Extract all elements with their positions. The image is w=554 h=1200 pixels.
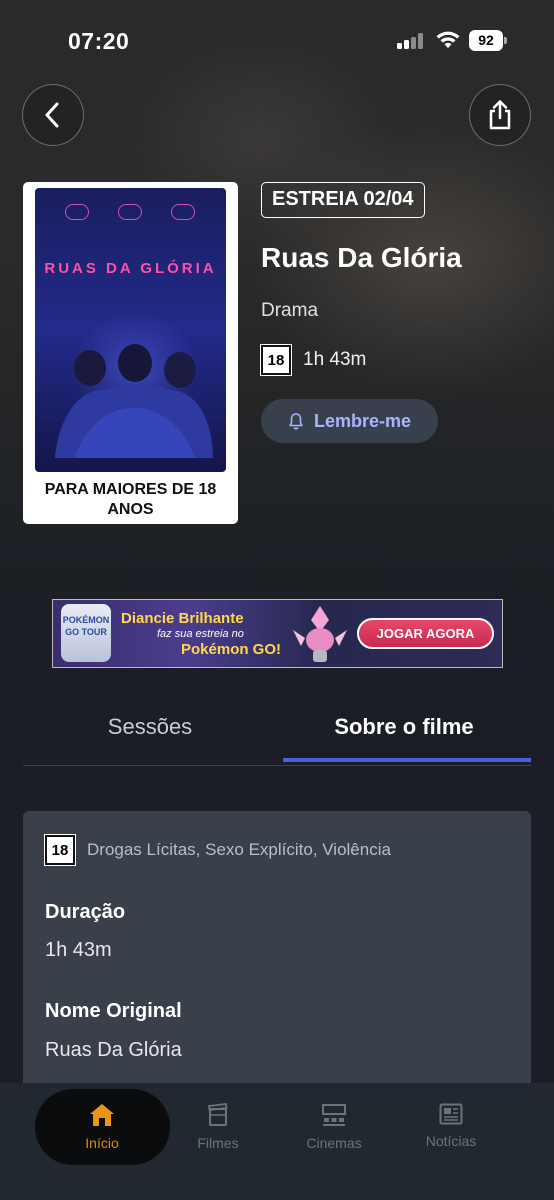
nav-home-label: Início [85, 1135, 119, 1151]
movie-duration: 1h 43m [303, 349, 367, 370]
age-notice: PARA MAIORES DE 18 ANOS [44, 481, 217, 518]
nav-films[interactable]: Filmes [163, 1103, 273, 1151]
battery-level: 92 [469, 30, 503, 51]
nav-news-label: Notícias [425, 1133, 477, 1149]
ad-brand: Pokémon GO! [181, 641, 282, 658]
tab-bar: Sessões Sobre o filme [23, 700, 531, 766]
remind-me-label: Lembre-me [313, 410, 412, 431]
tab-about-movie[interactable]: Sobre o filme [277, 714, 531, 740]
nav-home[interactable]: Início [47, 1103, 157, 1151]
signal-icon [397, 33, 425, 49]
cinema-icon [322, 1104, 346, 1126]
original-name-label: Nome Original [45, 1000, 182, 1022]
ad-title: Diancie Brilhante [121, 610, 244, 627]
movie-genre: Drama [261, 300, 319, 321]
content-warnings: Drogas Lícitas, Sexo Explícito, Violênci… [87, 840, 391, 859]
nav-cinemas-label: Cinemas [306, 1135, 362, 1151]
share-button[interactable] [469, 84, 531, 146]
chevron-left-icon [45, 102, 59, 128]
details-card: 18 Drogas Lícitas, Sexo Explícito, Violê… [23, 811, 531, 1111]
nav-news[interactable]: Notícias [396, 1103, 506, 1149]
original-name-value: Ruas Da Glória [45, 1039, 182, 1061]
remind-me-button[interactable]: Lembre-me [261, 399, 438, 443]
nav-cinemas[interactable]: Cinemas [279, 1103, 389, 1151]
movie-title: Ruas Da Glória [261, 242, 462, 273]
age-rating-badge: 18 [44, 834, 76, 866]
ad-subtitle: faz sua estreia no [157, 628, 244, 640]
nav-films-label: Filmes [197, 1135, 239, 1151]
news-icon [439, 1103, 463, 1125]
share-icon [489, 100, 511, 130]
duration-value: 1h 43m [45, 939, 112, 961]
poster-title: RUAS DA GLÓRIA [44, 260, 217, 277]
bottom-nav: Início Filmes Cinemas Notícias [0, 1083, 554, 1200]
laurel-icons [65, 204, 195, 222]
age-rating-badge: 18 [260, 344, 292, 376]
film-icon [207, 1103, 228, 1126]
wifi-icon [436, 31, 460, 48]
rating-row: 18 1h 43m [260, 344, 367, 376]
ad-banner[interactable]: POKÉMON GO TOUR Diancie Brilhante faz su… [52, 599, 503, 668]
premiere-badge: ESTREIA 02/04 [261, 182, 425, 218]
active-tab-indicator [283, 758, 531, 762]
home-icon [90, 1104, 114, 1126]
tab-sessions[interactable]: Sessões [23, 714, 277, 740]
movie-poster: RUAS DA GLÓRIA [35, 188, 226, 472]
content-warning-row: 18 Drogas Lícitas, Sexo Explícito, Violê… [44, 834, 391, 866]
bell-icon [289, 413, 303, 430]
duration-label: Duração [45, 901, 126, 923]
pokemon-go-logo: POKÉMON GO TOUR [61, 604, 111, 662]
poster-figures-image [55, 344, 213, 458]
back-button[interactable] [22, 84, 84, 146]
status-time: 07:20 [68, 28, 130, 54]
diancie-image [293, 606, 347, 662]
battery-indicator: 92 [469, 30, 507, 51]
play-now-button[interactable]: JOGAR AGORA [357, 618, 494, 649]
status-bar: 07:20 92 [0, 0, 554, 80]
poster-card[interactable]: RUAS DA GLÓRIA PARA MAIORES DE 18 ANOS [23, 182, 238, 524]
